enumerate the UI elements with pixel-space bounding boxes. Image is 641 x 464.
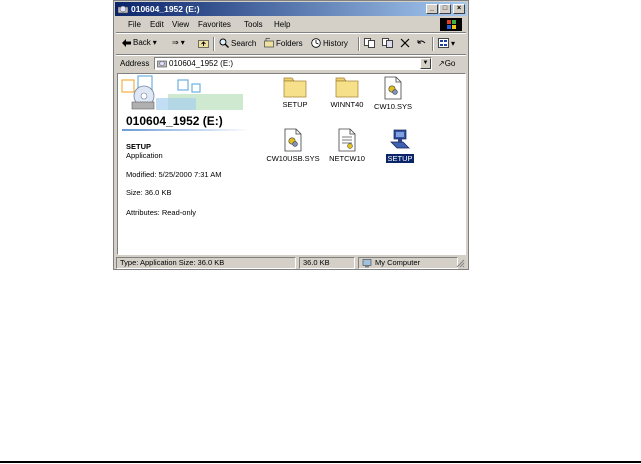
toolbar: Back ▾ ⇒ ▾ Search Folders History ▾ <box>116 34 466 55</box>
move-to-button[interactable] <box>364 38 375 48</box>
file-label: WINNT40 <box>330 100 364 109</box>
address-label: Address <box>120 59 150 68</box>
file-item[interactable]: NETCW10 <box>317 128 377 163</box>
address-dropdown-button[interactable]: ▼ <box>420 58 431 69</box>
drive-icon <box>118 5 128 14</box>
undo-button[interactable] <box>416 38 426 48</box>
resize-grip-icon[interactable] <box>456 259 465 268</box>
title-bar[interactable]: 010604_1952 (E:) _ □ × <box>115 2 467 16</box>
copy-to-button[interactable] <box>382 38 393 48</box>
file-label: CW10.SYS <box>374 102 412 111</box>
menu-tools[interactable]: Tools <box>244 20 263 29</box>
explorer-window: 010604_1952 (E:) _ □ × File Edit View Fa… <box>113 0 469 270</box>
file-label: NETCW10 <box>329 154 365 163</box>
toolbar-separator <box>432 37 434 51</box>
copy-to-icon <box>382 38 393 48</box>
views-dropdown-icon[interactable]: ▾ <box>451 39 455 48</box>
selected-item-size: Size: 36.0 KB <box>126 188 172 197</box>
file-item-selected[interactable]: SETUP <box>370 128 430 163</box>
address-bar: Address 010604_1952 (E:) ▼ ↗Go <box>116 56 466 72</box>
address-field[interactable]: 010604_1952 (E:) ▼ <box>154 57 432 70</box>
my-computer-icon <box>362 259 372 268</box>
system-file-icon <box>384 76 402 100</box>
go-arrow-icon: ↗ <box>438 59 445 68</box>
system-file-icon <box>284 128 302 152</box>
move-to-icon <box>364 38 375 48</box>
status-info: Type: Application Size: 36.0 KB <box>116 257 296 269</box>
delete-button[interactable] <box>400 38 410 48</box>
forward-arrow-icon: ⇒ <box>172 38 179 47</box>
folders-button[interactable]: Folders <box>264 38 303 48</box>
close-button[interactable]: × <box>453 4 465 14</box>
history-button[interactable]: History <box>311 38 348 48</box>
status-size: 36.0 KB <box>299 257 355 269</box>
menu-favorites[interactable]: Favorites <box>198 20 231 29</box>
selected-item-attributes: Attributes: Read-only <box>126 208 197 217</box>
maximize-button[interactable]: □ <box>439 4 451 14</box>
menu-file[interactable]: File <box>128 20 141 29</box>
back-label: Back <box>133 38 151 47</box>
file-item[interactable]: SETUP <box>265 76 325 109</box>
forward-dropdown-icon[interactable]: ▾ <box>181 38 185 47</box>
menu-edit[interactable]: Edit <box>150 20 164 29</box>
folders-label: Folders <box>276 38 303 48</box>
search-icon <box>219 38 229 48</box>
selected-item-name: SETUP <box>126 142 152 151</box>
undo-icon <box>417 40 426 44</box>
selected-item-modified: Modified: 5/25/2000 7:31 AM <box>126 170 222 179</box>
forward-button[interactable]: ⇒ ▾ <box>172 38 185 47</box>
address-value: 010604_1952 (E:) <box>169 59 234 68</box>
history-label: History <box>323 38 348 48</box>
text-document-icon <box>338 128 356 152</box>
selected-item-type: Application <box>126 151 163 160</box>
menu-help[interactable]: Help <box>274 20 290 29</box>
minimize-button[interactable]: _ <box>426 4 438 14</box>
menu-bar: File Edit View Favorites Tools Help <box>116 17 466 33</box>
file-label: SETUP <box>386 154 414 163</box>
views-button[interactable]: ▾ <box>438 38 455 48</box>
setup-application-icon <box>390 129 410 149</box>
back-button[interactable]: Back ▾ <box>122 38 157 47</box>
file-item[interactable]: CW10.SYS <box>363 76 423 111</box>
go-label: Go <box>444 59 456 68</box>
search-button[interactable]: Search <box>219 38 256 48</box>
drive-icon <box>157 60 167 68</box>
toolbar-separator <box>213 37 215 51</box>
delete-icon <box>400 38 410 48</box>
page-divider-line <box>0 461 641 463</box>
folder-icon <box>283 77 307 98</box>
views-icon <box>438 38 449 48</box>
title-divider <box>122 129 250 131</box>
file-label: SETUP <box>282 100 308 109</box>
up-folder-icon <box>198 40 209 48</box>
status-zone: My Computer <box>358 257 458 269</box>
search-label: Search <box>231 38 257 48</box>
back-dropdown-icon[interactable]: ▾ <box>153 38 157 47</box>
menu-view[interactable]: View <box>172 20 189 29</box>
folder-icon <box>335 77 359 98</box>
up-folder-button[interactable] <box>198 38 209 48</box>
windows-logo-icon <box>440 18 462 31</box>
go-button[interactable]: ↗Go <box>438 59 455 68</box>
file-item[interactable]: CW10USB.SYS <box>263 128 323 163</box>
file-label: CW10USB.SYS <box>266 154 320 163</box>
webview-banner-graphic <box>121 75 243 110</box>
toolbar-separator <box>358 37 360 51</box>
status-bar: Type: Application Size: 36.0 KB 36.0 KB … <box>116 257 466 269</box>
folder-view[interactable]: 010604_1952 (E:) SETUP Application Modif… <box>117 73 466 255</box>
drive-title: 010604_1952 (E:) <box>126 114 223 128</box>
history-icon <box>311 38 321 48</box>
status-zone-label: My Computer <box>375 258 421 267</box>
folders-icon <box>264 38 274 48</box>
window-title: 010604_1952 (E:) <box>131 4 200 14</box>
back-arrow-icon <box>122 38 131 47</box>
